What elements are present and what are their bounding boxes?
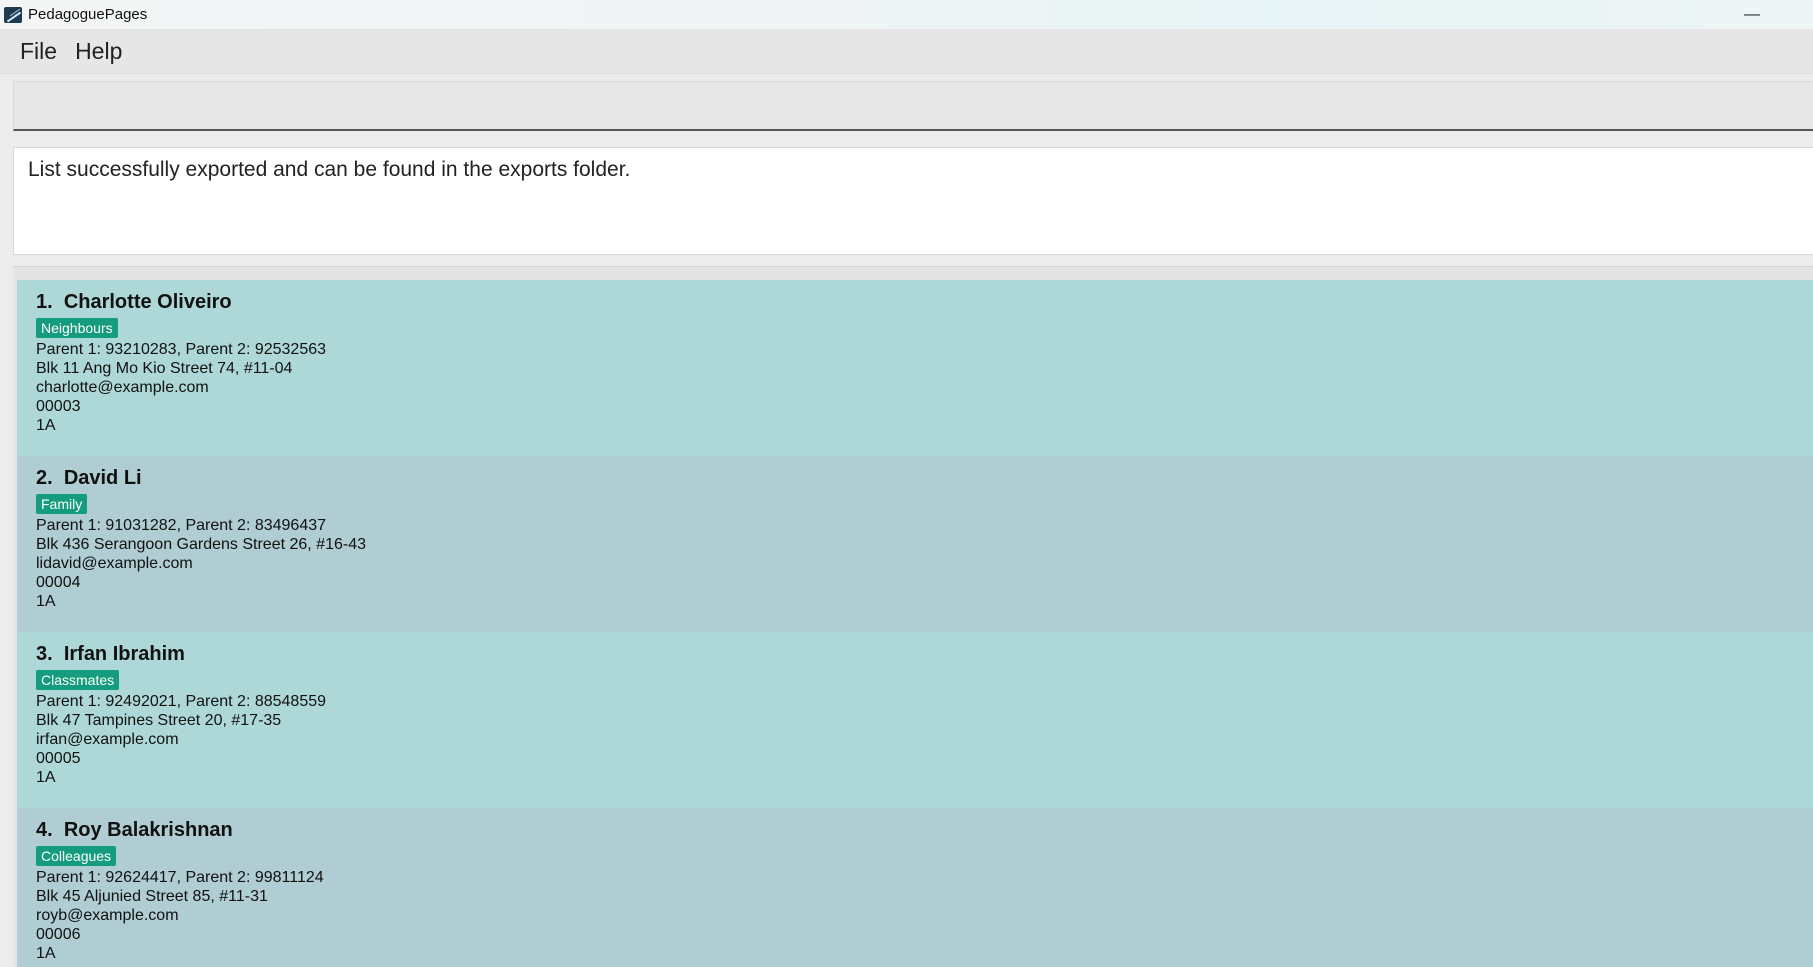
person-name: David Li bbox=[63, 467, 142, 489]
person-name-line: 3. Irfan Ibrahim bbox=[36, 643, 185, 666]
command-box bbox=[13, 81, 1813, 131]
menu-help[interactable]: Help bbox=[66, 32, 131, 71]
person-card[interactable]: 2. David Li Family Parent 1: 91031282, P… bbox=[17, 456, 1813, 632]
person-list[interactable]: 1. Charlotte Oliveiro Neighbours Parent … bbox=[13, 266, 1813, 967]
minimize-button[interactable]: — bbox=[1729, 0, 1775, 29]
command-input[interactable] bbox=[14, 82, 1813, 129]
menu-file[interactable]: File bbox=[11, 32, 66, 71]
person-parents: Parent 1: 91031282, Parent 2: 83496437 bbox=[36, 517, 327, 534]
person-tag: Classmates bbox=[36, 670, 120, 690]
title-bar: PedagoguePages — bbox=[0, 0, 1813, 29]
result-message: List successfully exported and can be fo… bbox=[28, 158, 631, 181]
person-email: irfan@example.com bbox=[36, 731, 179, 748]
person-address: Blk 436 Serangoon Gardens Street 26, #16… bbox=[36, 536, 366, 553]
person-parents: Parent 1: 92492021, Parent 2: 88548559 bbox=[36, 693, 327, 710]
person-address: Blk 45 Aljunied Street 85, #11-31 bbox=[36, 888, 268, 905]
result-display: List successfully exported and can be fo… bbox=[13, 147, 1813, 255]
person-email: lidavid@example.com bbox=[36, 555, 193, 572]
person-name-line: 2. David Li bbox=[36, 467, 142, 490]
person-name: Charlotte Oliveiro bbox=[63, 291, 232, 313]
app-logo-icon bbox=[4, 6, 22, 23]
person-index: 1. bbox=[36, 291, 53, 313]
person-name-line: 1. Charlotte Oliveiro bbox=[36, 291, 232, 314]
person-card[interactable]: 3. Irfan Ibrahim Classmates Parent 1: 92… bbox=[17, 632, 1813, 808]
person-id: 00003 bbox=[36, 398, 81, 415]
person-class: 1A bbox=[36, 945, 56, 962]
person-class: 1A bbox=[36, 593, 56, 610]
person-address: Blk 47 Tampines Street 20, #17-35 bbox=[36, 712, 282, 729]
person-card[interactable]: 4. Roy Balakrishnan Colleagues Parent 1:… bbox=[17, 808, 1813, 967]
person-tag: Family bbox=[36, 494, 88, 514]
person-name: Roy Balakrishnan bbox=[63, 819, 233, 841]
menu-bar: File Help bbox=[0, 29, 1813, 74]
person-tag: Neighbours bbox=[36, 318, 118, 338]
person-address: Blk 11 Ang Mo Kio Street 74, #11-04 bbox=[36, 360, 293, 377]
person-name: Irfan Ibrahim bbox=[63, 643, 185, 665]
person-id: 00006 bbox=[36, 926, 81, 943]
person-email: charlotte@example.com bbox=[36, 379, 209, 396]
person-parents: Parent 1: 93210283, Parent 2: 92532563 bbox=[36, 341, 327, 358]
person-email: royb@example.com bbox=[36, 907, 179, 924]
person-card[interactable]: 1. Charlotte Oliveiro Neighbours Parent … bbox=[17, 280, 1813, 456]
person-parents: Parent 1: 92624417, Parent 2: 99811124 bbox=[36, 869, 324, 886]
person-id: 00005 bbox=[36, 750, 81, 767]
window-title: PedagoguePages bbox=[28, 6, 148, 23]
person-id: 00004 bbox=[36, 574, 81, 591]
person-class: 1A bbox=[36, 769, 56, 786]
person-class: 1A bbox=[36, 417, 56, 434]
person-tag: Colleagues bbox=[36, 846, 117, 866]
person-index: 2. bbox=[36, 467, 53, 489]
person-name-line: 4. Roy Balakrishnan bbox=[36, 819, 233, 842]
person-index: 3. bbox=[36, 643, 53, 665]
person-index: 4. bbox=[36, 819, 53, 841]
